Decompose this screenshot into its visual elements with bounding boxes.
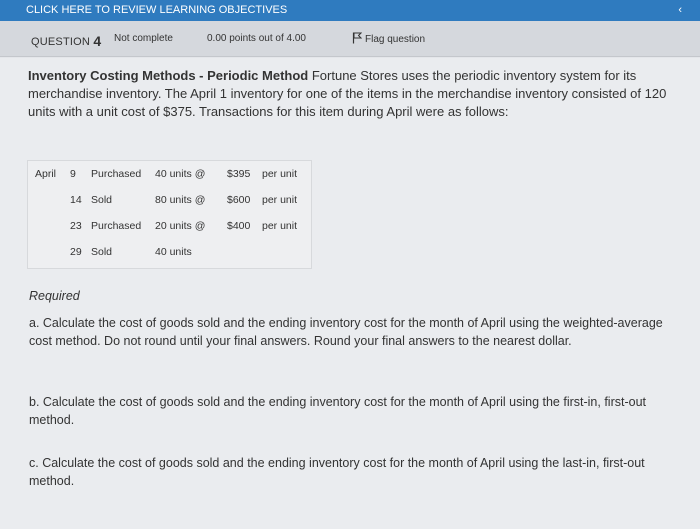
tx-day: 9 — [70, 168, 76, 180]
tx-day: 14 — [70, 194, 82, 206]
tx-per: per unit — [262, 220, 298, 232]
question-number: 4 — [93, 33, 102, 49]
points-text: 0.00 points out of 4.00 — [207, 33, 306, 44]
status-text: Not complete — [114, 33, 173, 44]
table-row: April 9 Purchased 40 units @ $395 per un… — [28, 168, 311, 186]
tx-units: 20 units @ — [155, 220, 206, 232]
tx-price: $395 — [227, 168, 251, 180]
question-label-text: QUESTION — [31, 36, 91, 48]
flag-icon — [352, 32, 362, 44]
tx-month: April — [35, 168, 57, 180]
required-heading: Required — [29, 289, 80, 303]
review-objectives-link[interactable]: CLICK HERE TO REVIEW LEARNING OBJECTIVES — [26, 4, 287, 16]
transactions-table: April 9 Purchased 40 units @ $395 per un… — [27, 160, 312, 269]
problem-title: Inventory Costing Methods - Periodic Met… — [28, 68, 309, 83]
required-part-c: c. Calculate the cost of goods sold and … — [29, 456, 645, 488]
tx-action: Purchased — [91, 220, 142, 232]
question-label: QUESTION 4 — [31, 32, 102, 49]
problem-statement: Inventory Costing Methods - Periodic Met… — [28, 67, 668, 121]
tx-price: $400 — [227, 220, 251, 232]
table-row: 29 Sold 40 units — [28, 246, 311, 264]
chevron-left-icon[interactable]: ‹ — [678, 0, 682, 21]
tx-units: 40 units — [155, 246, 192, 258]
tx-units: 80 units @ — [155, 194, 206, 206]
required-part-b: b. Calculate the cost of goods sold and … — [29, 395, 647, 427]
tx-action: Sold — [91, 246, 113, 258]
flag-question-button[interactable]: Flag question — [352, 32, 425, 45]
required-part-a: a. Calculate the cost of goods sold and … — [29, 316, 663, 348]
tx-action: Sold — [91, 194, 113, 206]
tx-units: 40 units @ — [155, 168, 206, 180]
tx-action: Purchased — [91, 168, 142, 180]
tx-per: per unit — [262, 168, 298, 180]
table-row: 14 Sold 80 units @ $600 per unit — [28, 194, 311, 212]
tx-per: per unit — [262, 194, 298, 206]
question-info-bar: QUESTION 4 Not complete 0.00 points out … — [0, 21, 700, 57]
flag-question-label: Flag question — [365, 34, 426, 45]
tx-price: $600 — [227, 194, 251, 206]
question-content: Inventory Costing Methods - Periodic Met… — [0, 58, 700, 529]
tx-day: 29 — [70, 246, 82, 258]
tx-day: 23 — [70, 220, 82, 232]
review-objectives-bar[interactable]: CLICK HERE TO REVIEW LEARNING OBJECTIVES… — [0, 0, 700, 21]
table-row: 23 Purchased 20 units @ $400 per unit — [28, 220, 311, 238]
